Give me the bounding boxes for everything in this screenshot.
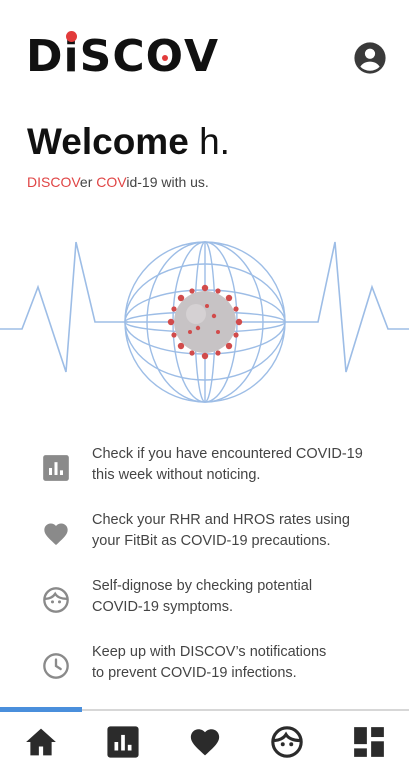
feature-text: Keep up with DISCOV’s notifications to p… [92,642,382,684]
logo-letter-v: V [184,31,220,82]
welcome-greeting: Welcome [27,121,189,162]
feature-line-1: Check if you have encountered COVID-19 [92,446,363,462]
bar-chart-icon [43,455,69,481]
logo-letters-sc: SC [79,31,146,82]
user-name: h. [199,121,230,162]
feature-text: Check your RHR and HROS rates using your… [92,510,382,552]
face-icon [43,587,69,613]
feature-item-notifications: Keep up with DISCOV’s notifications to p… [0,639,409,689]
logo-letter-d: D [26,31,64,82]
bar-chart-icon[interactable] [106,725,140,759]
dashboard-icon[interactable] [352,725,386,759]
tagline-text-rest: id-19 with us. [126,174,209,190]
feature-line-2: COVID-19 symptoms. [92,599,233,615]
globe-virus-illustration [0,241,409,403]
coronavirus-icon [167,284,243,360]
clock-icon [43,653,69,679]
logo-letter-i: i [64,31,80,82]
feature-text: Self-dignose by checking potential COVID… [92,576,382,618]
feature-line-1: Check your RHR and HROS rates using [92,512,350,528]
logo-o-red-dot [161,55,168,61]
home-icon[interactable] [24,725,58,759]
account-circle-icon[interactable] [353,41,387,75]
app-logo: Di SCO V [26,31,220,82]
feature-line-2: to prevent COVID-19 infections. [92,665,297,681]
heart-icon [44,523,68,545]
feature-line-2: your FitBit as COVID-19 precautions. [92,533,331,549]
tagline-brand-cov: COV [96,174,127,190]
feature-item-encounter: Check if you have encountered COVID-19 t… [0,441,409,491]
tagline-text-er: er [79,174,97,190]
logo-letter-o: O [146,32,184,82]
logo-red-dot [66,31,78,42]
feature-line-1: Keep up with DISCOV’s notifications [92,644,327,660]
tagline-brand-discov: DISCOV [27,174,80,190]
welcome-heading: Welcome h. [27,120,230,164]
feature-item-fitbit: Check your RHR and HROS rates using your… [0,507,409,557]
face-icon[interactable] [270,725,304,759]
heart-icon[interactable] [188,725,222,759]
feature-line-2: this week without noticing. [92,467,261,483]
tagline: DISCOVer COVid-19 with us. [27,174,209,190]
bottom-navigation [0,711,409,764]
feature-text: Check if you have encountered COVID-19 t… [92,444,382,486]
feature-item-symptoms: Self-dignose by checking potential COVID… [0,573,409,623]
feature-line-1: Self-dignose by checking potential [92,578,313,594]
